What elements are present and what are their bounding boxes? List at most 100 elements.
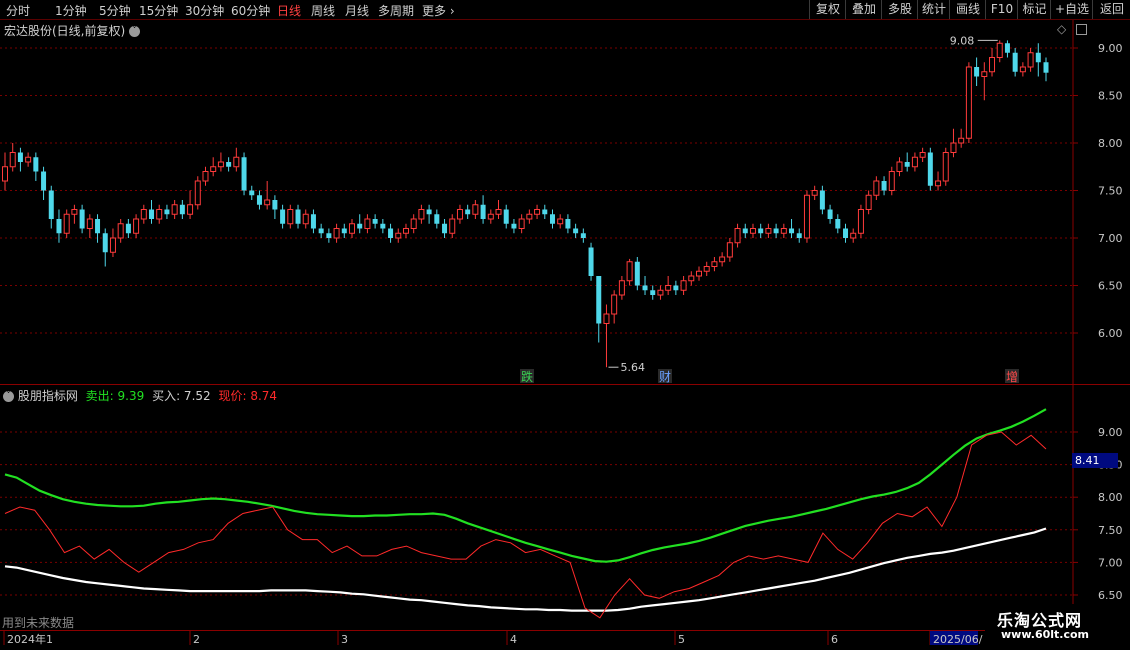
candle-body bbox=[164, 209, 170, 215]
period-tab-5min[interactable]: 5分钟 bbox=[99, 2, 131, 19]
period-tab-fenshi[interactable]: 分时 bbox=[6, 2, 30, 19]
candle-body bbox=[171, 204, 178, 215]
candle-body bbox=[673, 285, 679, 291]
period-tab-60min[interactable]: 60分钟 bbox=[231, 2, 270, 19]
candle-body bbox=[688, 275, 695, 282]
current-indicator-value: 8.41 bbox=[1072, 453, 1118, 468]
candle-body bbox=[95, 219, 101, 234]
future-data-note: 用到未来数据 bbox=[2, 616, 75, 630]
candle-body bbox=[603, 313, 610, 324]
candle-body bbox=[588, 247, 594, 276]
candle-body bbox=[642, 285, 648, 291]
candle-body bbox=[573, 228, 579, 234]
candle-body bbox=[71, 209, 78, 215]
candle-body bbox=[557, 218, 564, 225]
date-label: 2024年1 bbox=[7, 632, 53, 646]
candle-body bbox=[865, 194, 872, 210]
price-value: 现价: 8.74 bbox=[218, 389, 278, 403]
candle-body bbox=[272, 200, 278, 210]
candle-body bbox=[596, 276, 602, 324]
f10-button[interactable]: F10 bbox=[985, 0, 1018, 19]
period-tab-weekly[interactable]: 周线 bbox=[311, 2, 335, 19]
date-label: 6 bbox=[831, 633, 838, 646]
panel-toggle-icon[interactable] bbox=[1076, 24, 1088, 35]
candle-body bbox=[811, 190, 818, 196]
period-tab-1min[interactable]: 1分钟 bbox=[55, 2, 87, 19]
candle-body bbox=[426, 209, 432, 215]
period-tab-30min[interactable]: 30分钟 bbox=[185, 2, 224, 19]
candle-body bbox=[202, 171, 209, 182]
candle-body bbox=[156, 209, 163, 220]
period-tab-daily[interactable]: 日线 bbox=[277, 2, 301, 19]
stats-button[interactable]: 统计 bbox=[917, 0, 950, 19]
candle-body bbox=[819, 190, 825, 210]
date-label: 5 bbox=[678, 633, 685, 646]
candle-body bbox=[63, 213, 70, 234]
candle-body bbox=[618, 280, 625, 296]
candle-body bbox=[657, 289, 664, 296]
candle-body bbox=[395, 232, 402, 239]
candle-body bbox=[942, 152, 949, 182]
candle-body bbox=[434, 214, 440, 224]
event-marker-label: 增 bbox=[1006, 370, 1018, 384]
candle-body bbox=[210, 166, 217, 172]
candle-body bbox=[241, 157, 247, 191]
candle-body bbox=[380, 223, 386, 229]
add-watchlist-button[interactable]: +自选 bbox=[1050, 0, 1093, 19]
candle-body bbox=[465, 209, 471, 215]
candle-body bbox=[310, 214, 316, 229]
candle-body bbox=[850, 232, 857, 239]
candle-body bbox=[233, 156, 240, 168]
candle-body bbox=[896, 161, 903, 172]
candle-body bbox=[526, 213, 533, 220]
high-label: 9.08 bbox=[950, 34, 975, 47]
date-label: 3 bbox=[341, 633, 348, 646]
candle-body bbox=[803, 194, 810, 239]
period-tab-monthly[interactable]: 月线 bbox=[345, 2, 369, 19]
candle-body bbox=[487, 213, 494, 220]
candle-body bbox=[765, 228, 772, 234]
diamond-icon[interactable]: ◇ bbox=[1057, 22, 1066, 36]
candle-body bbox=[1004, 43, 1010, 53]
candle-body bbox=[341, 228, 347, 234]
candle-body bbox=[418, 209, 425, 220]
candle-body bbox=[333, 228, 340, 239]
candle-body bbox=[86, 218, 93, 229]
candle-body bbox=[194, 180, 201, 206]
period-tab-more[interactable]: 更多 › bbox=[422, 2, 455, 19]
back-button[interactable]: 返回 bbox=[1092, 0, 1130, 19]
candle-body bbox=[518, 218, 525, 229]
candle-body bbox=[256, 195, 262, 205]
candle-body bbox=[549, 214, 555, 224]
adjust-button[interactable]: 复权 bbox=[809, 0, 846, 19]
period-tab-multi[interactable]: 多周期 bbox=[378, 2, 414, 19]
candle-body bbox=[226, 162, 232, 167]
candle-body bbox=[665, 285, 672, 291]
mark-button[interactable]: 标记 bbox=[1017, 0, 1051, 19]
candle-body bbox=[565, 219, 571, 229]
candle-body bbox=[349, 223, 355, 234]
candle-body bbox=[711, 261, 718, 267]
candle-body bbox=[958, 137, 965, 144]
period-tab-15min[interactable]: 15分钟 bbox=[139, 2, 178, 19]
candle-body bbox=[927, 152, 933, 186]
chart-canvas[interactable]: 6.00 6.50 7.00 7.50 8.00 8.50 9.00 6.50 7.00 7.5… bbox=[0, 20, 1130, 650]
multi-stock-button[interactable]: 多股 bbox=[881, 0, 918, 19]
candle-body bbox=[79, 209, 85, 229]
candle-body bbox=[843, 228, 849, 238]
candle-body bbox=[17, 152, 23, 162]
candle-body bbox=[149, 209, 155, 219]
chevron-down-icon[interactable]: ˅ bbox=[129, 26, 141, 37]
draw-line-button[interactable]: 画线 bbox=[949, 0, 986, 19]
indicator-name: 股朋指标网 bbox=[17, 389, 78, 403]
candle-body bbox=[749, 228, 756, 234]
candle-body bbox=[217, 161, 224, 168]
candle-body bbox=[626, 261, 633, 282]
low-label: 5.64 bbox=[620, 361, 645, 374]
candle-body bbox=[402, 228, 409, 234]
chevron-down-icon[interactable]: ˅ bbox=[3, 391, 14, 402]
candle-body bbox=[827, 209, 833, 219]
overlay-button[interactable]: 叠加 bbox=[845, 0, 882, 19]
candle-body bbox=[287, 209, 294, 225]
candle-body bbox=[295, 209, 301, 224]
